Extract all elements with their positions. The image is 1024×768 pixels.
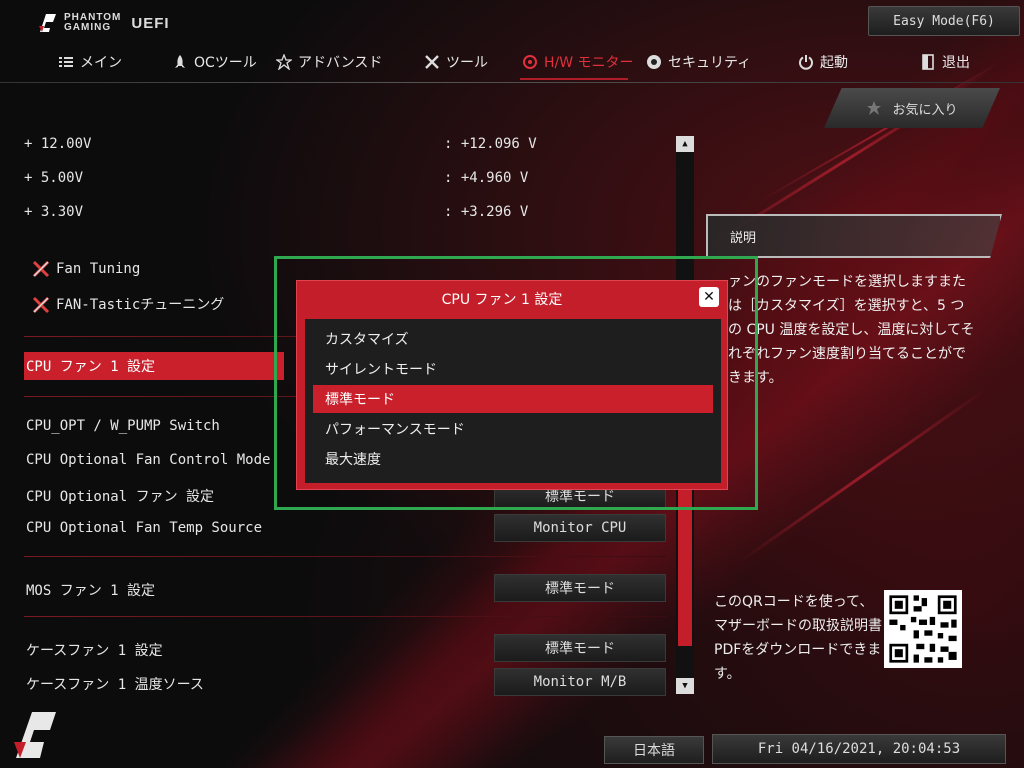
voltage-value-5v: : +4.960 V bbox=[444, 170, 529, 186]
scroll-down-button[interactable]: ▼ bbox=[676, 678, 694, 694]
voltage-value-3v3: : +3.296 V bbox=[444, 204, 529, 220]
fan-tastic-link[interactable]: FAN-Tasticチューニング bbox=[32, 294, 224, 314]
tab-label: 退出 bbox=[942, 55, 970, 71]
tab-tools[interactable]: ツール bbox=[424, 46, 488, 78]
fan-tuning-link[interactable]: Fan Tuning bbox=[32, 260, 140, 278]
active-tab-indicator bbox=[520, 78, 628, 80]
voltage-value-12v: : +12.096 V bbox=[444, 136, 537, 152]
brand-logo: PHANTOM GAMING UEFI bbox=[36, 12, 170, 34]
shield-icon bbox=[647, 55, 661, 69]
tab-hw-monitor[interactable]: H/W モニター bbox=[522, 46, 634, 78]
highlight-frame bbox=[274, 256, 758, 510]
section-divider bbox=[24, 556, 666, 557]
language-button[interactable]: 日本語 bbox=[604, 736, 704, 764]
asrock-logo-icon bbox=[39, 14, 56, 32]
datetime-display: Fri 04/16/2021, 20:04:53 bbox=[712, 734, 1006, 764]
main-nav: メイン OCツール アドバンスド ツール H/W モニター セキュリティ 起動 … bbox=[0, 46, 1024, 78]
setting-cpu-opt-fan[interactable]: CPU Optional ファン 設定 bbox=[26, 486, 214, 506]
qr-code-icon bbox=[884, 590, 962, 668]
voltage-label-12v: + 12.00V bbox=[24, 136, 92, 152]
tab-security[interactable]: セキュリティ bbox=[646, 46, 751, 78]
easy-mode-button[interactable]: Easy Mode(F6) bbox=[868, 6, 1020, 36]
rocket-icon bbox=[175, 55, 185, 68]
description-header: 説明 bbox=[706, 214, 1002, 258]
qr-description: このQRコードを使って、マザーボードの取扱説明書PDFをダウンロードできます。 bbox=[714, 594, 882, 682]
tab-label: 起動 bbox=[820, 55, 848, 71]
section-divider bbox=[24, 616, 666, 617]
tab-exit[interactable]: 退出 bbox=[920, 46, 970, 78]
description-text: ァンのファンモードを選択しますまたは［カスタマイズ］を選択すと、5 つの CPU… bbox=[728, 274, 975, 386]
tab-label: OCツール bbox=[194, 55, 257, 71]
setting-cpu-opt-temp-source[interactable]: CPU Optional Fan Temp Source bbox=[26, 520, 262, 536]
tools-icon bbox=[425, 55, 439, 69]
setting-case-fan1-temp[interactable]: ケースファン 1 温度ソース bbox=[26, 674, 204, 694]
header-divider bbox=[0, 82, 1024, 83]
star-icon bbox=[867, 101, 882, 115]
tab-label: メイン bbox=[80, 55, 122, 71]
setting-cpu-opt-control-mode[interactable]: CPU Optional Fan Control Mode bbox=[26, 452, 270, 468]
list-icon bbox=[59, 57, 73, 67]
tab-boot[interactable]: 起動 bbox=[798, 46, 848, 78]
tools-icon bbox=[32, 296, 50, 314]
favorites-button[interactable]: お気に入り bbox=[824, 88, 1000, 128]
scroll-up-button[interactable]: ▲ bbox=[676, 136, 694, 152]
fan-tastic-label: FAN-Tasticチューニング bbox=[56, 297, 225, 313]
tab-label: H/W モニター bbox=[544, 55, 634, 71]
case-fan1-value[interactable]: 標準モード bbox=[494, 634, 666, 662]
tab-oc-tools[interactable]: OCツール bbox=[172, 46, 257, 78]
voltage-label-3v3: + 3.30V bbox=[24, 204, 84, 220]
voltage-label-5v: + 5.00V bbox=[24, 170, 84, 186]
power-icon bbox=[799, 55, 813, 70]
tab-label: セキュリティ bbox=[668, 55, 752, 71]
brand-name: PHANTOM GAMING bbox=[64, 12, 122, 33]
tab-label: ツール bbox=[446, 55, 488, 71]
cpu-opt-temp-source-value[interactable]: Monitor CPU bbox=[494, 514, 666, 542]
asrock-corner-logo-icon bbox=[14, 712, 56, 758]
tab-advanced[interactable]: アドバンスド bbox=[276, 46, 382, 78]
case-fan1-temp-value[interactable]: Monitor M/B bbox=[494, 668, 666, 696]
fan-tuning-label: Fan Tuning bbox=[56, 261, 141, 277]
tab-main[interactable]: メイン bbox=[58, 46, 122, 78]
tab-label: アドバンスド bbox=[298, 55, 383, 71]
tools-icon bbox=[32, 260, 50, 278]
star-icon bbox=[276, 54, 292, 70]
setting-cpu-fan1[interactable]: CPU ファン 1 設定 bbox=[24, 352, 284, 380]
monitor-gauge-icon bbox=[523, 55, 537, 69]
uefi-label: UEFI bbox=[131, 14, 170, 32]
description-title: 説明 bbox=[730, 230, 757, 246]
favorites-label: お気に入り bbox=[892, 102, 958, 118]
exit-icon bbox=[922, 54, 934, 70]
setting-cpu-opt-switch[interactable]: CPU_OPT / W_PUMP Switch bbox=[26, 418, 220, 434]
setting-mos-fan1[interactable]: MOS ファン 1 設定 bbox=[26, 580, 155, 600]
mos-fan1-value[interactable]: 標準モード bbox=[494, 574, 666, 602]
setting-case-fan1[interactable]: ケースファン 1 設定 bbox=[26, 640, 163, 660]
